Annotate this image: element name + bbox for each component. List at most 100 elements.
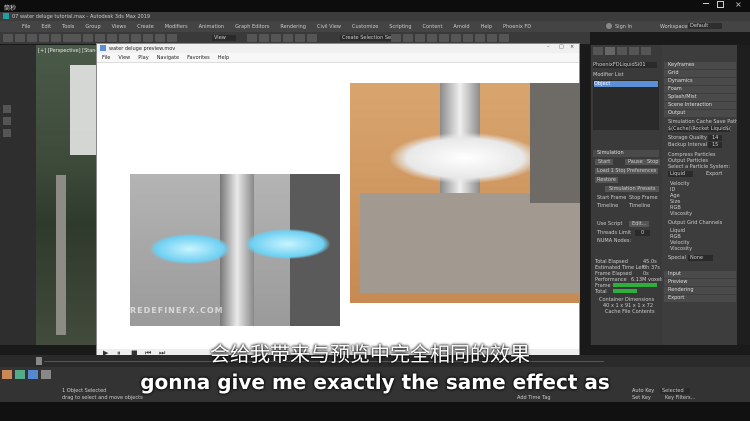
snaps-icon[interactable] bbox=[259, 34, 269, 42]
move-icon[interactable] bbox=[131, 34, 141, 42]
ribbon-icon[interactable] bbox=[427, 34, 437, 42]
stack-item-object[interactable]: Object bbox=[594, 81, 658, 87]
auto-key-button[interactable]: Auto Key bbox=[632, 388, 654, 394]
render-frame-icon[interactable] bbox=[487, 34, 497, 42]
menu-arnold[interactable]: Arnold bbox=[453, 24, 469, 30]
media-player-window[interactable]: water deluge preview.mov – □ × File View… bbox=[96, 43, 580, 365]
named-selection-set-select[interactable]: Create Selection Se bbox=[340, 35, 398, 41]
layer-explorer-icon[interactable] bbox=[3, 117, 11, 125]
use-script-checkbox[interactable]: Use Script bbox=[597, 221, 622, 227]
load-stop-button[interactable]: Load 1 Stop bbox=[595, 168, 629, 174]
player-menu-view[interactable]: View bbox=[118, 55, 130, 61]
menu-views[interactable]: Views bbox=[112, 24, 126, 30]
menu-tools[interactable]: Tools bbox=[62, 24, 74, 30]
edit-named-sel-icon[interactable] bbox=[307, 34, 317, 42]
menu-graph-editors[interactable]: Graph Editors bbox=[235, 24, 269, 30]
maximize-icon[interactable] bbox=[717, 1, 724, 8]
menu-help[interactable]: Help bbox=[481, 24, 492, 30]
rollout-rendering[interactable]: Rendering bbox=[664, 287, 736, 294]
pause-button[interactable]: Pause bbox=[625, 159, 646, 165]
sign-in-button[interactable]: Sign In bbox=[615, 24, 632, 30]
menu-phoenix-fd[interactable]: Phoenix FD bbox=[503, 24, 531, 30]
export-checkbox[interactable]: Export bbox=[706, 171, 722, 177]
place-icon[interactable] bbox=[167, 34, 177, 42]
close-icon[interactable]: × bbox=[735, 0, 742, 9]
source-icon[interactable] bbox=[41, 370, 51, 379]
redo-icon[interactable] bbox=[15, 34, 25, 42]
menu-animation[interactable]: Animation bbox=[199, 24, 225, 30]
edit-script-button[interactable]: Edit... bbox=[629, 221, 650, 227]
object-name-field[interactable]: PhoenixFDLiquidSi01 bbox=[593, 62, 657, 68]
simulation-presets-button[interactable]: Simulation Presets bbox=[605, 186, 660, 192]
menu-file[interactable]: File bbox=[22, 24, 30, 30]
channel-viscosity[interactable]: Viscosity bbox=[670, 211, 692, 217]
menu-create[interactable]: Create bbox=[137, 24, 154, 30]
render-setup-icon[interactable] bbox=[475, 34, 485, 42]
select-icon[interactable] bbox=[83, 34, 93, 42]
storage-quality-field[interactable]: 14 bbox=[708, 135, 723, 141]
undo-icon[interactable] bbox=[3, 34, 13, 42]
menu-group[interactable]: Group bbox=[85, 24, 100, 30]
rollout-keyframes[interactable]: Keyframes bbox=[664, 62, 736, 69]
select-by-name-icon[interactable] bbox=[95, 34, 105, 42]
rollout-splash-mist[interactable]: Splash/Mist bbox=[664, 94, 736, 101]
menu-rendering[interactable]: Rendering bbox=[280, 24, 306, 30]
window-crossing-icon[interactable] bbox=[119, 34, 129, 42]
particle-system-select[interactable]: Liquid bbox=[668, 171, 694, 177]
menu-content[interactable]: Content bbox=[423, 24, 443, 30]
reference-coord-select[interactable]: View bbox=[212, 35, 236, 41]
selected-select[interactable]: Selected bbox=[660, 388, 690, 394]
menu-modifiers[interactable]: Modifiers bbox=[165, 24, 188, 30]
modifier-list-select[interactable]: Modifier List bbox=[593, 72, 624, 78]
spinner-snap-icon[interactable] bbox=[295, 34, 305, 42]
display-tab-icon[interactable] bbox=[641, 47, 651, 55]
rollout-scene-interaction[interactable]: Scene Interaction bbox=[664, 102, 736, 109]
create-tab-icon[interactable] bbox=[593, 47, 603, 55]
player-close-icon[interactable]: × bbox=[570, 44, 574, 50]
schematic-icon[interactable] bbox=[451, 34, 461, 42]
player-menu-play[interactable]: Play bbox=[138, 55, 148, 61]
modify-tab-icon[interactable] bbox=[605, 47, 615, 55]
key-filters-button[interactable]: Key Filters... bbox=[665, 395, 695, 401]
liquid-icon[interactable] bbox=[28, 370, 38, 379]
player-menu-favorites[interactable]: Favorites bbox=[187, 55, 210, 61]
menu-civil-view[interactable]: Civil View bbox=[317, 24, 341, 30]
rollout-grid[interactable]: Grid bbox=[664, 70, 736, 77]
filter-select[interactable] bbox=[63, 34, 81, 42]
percent-snap-icon[interactable] bbox=[283, 34, 293, 42]
pivot-icon[interactable] bbox=[247, 34, 257, 42]
rollout-input[interactable]: Input bbox=[664, 271, 736, 278]
backup-interval-field[interactable]: 15 bbox=[708, 142, 723, 148]
region-select-icon[interactable] bbox=[107, 34, 117, 42]
viewport-perspective[interactable]: [+] [Perspective] [Standard] [Def bbox=[36, 45, 121, 345]
fire-icon[interactable] bbox=[2, 370, 12, 379]
rollout-dynamics[interactable]: Dynamics bbox=[664, 78, 736, 85]
player-minimize-icon[interactable]: – bbox=[547, 44, 550, 50]
hierarchy-tab-icon[interactable] bbox=[617, 47, 627, 55]
menu-customize[interactable]: Customize bbox=[352, 24, 378, 30]
start-button[interactable]: Start bbox=[595, 159, 614, 165]
angle-snap-icon[interactable] bbox=[271, 34, 281, 42]
menu-scripting[interactable]: Scripting bbox=[389, 24, 411, 30]
grid-channel-viscosity[interactable]: Viscosity bbox=[670, 246, 692, 252]
layer-icon[interactable] bbox=[415, 34, 425, 42]
mirror-icon[interactable] bbox=[391, 34, 401, 42]
material-editor-icon[interactable] bbox=[463, 34, 473, 42]
threads-limit-field[interactable]: 0 bbox=[635, 230, 651, 236]
render-icon[interactable] bbox=[499, 34, 509, 42]
scale-icon[interactable] bbox=[155, 34, 165, 42]
rollout-foam[interactable]: Foam bbox=[664, 86, 736, 93]
player-maximize-icon[interactable]: □ bbox=[559, 44, 564, 50]
align-icon[interactable] bbox=[403, 34, 413, 42]
rollout-export[interactable]: Export bbox=[664, 295, 736, 302]
particle-icon[interactable] bbox=[15, 370, 25, 379]
menu-edit[interactable]: Edit bbox=[41, 24, 51, 30]
stop-button[interactable]: Stop bbox=[645, 159, 661, 165]
simulation-rollout[interactable]: Simulation bbox=[593, 150, 659, 157]
restore-button[interactable]: Restore bbox=[595, 177, 618, 183]
curve-editor-icon[interactable] bbox=[439, 34, 449, 42]
stop-timeline-checkbox[interactable]: Timeline bbox=[629, 203, 650, 209]
rollout-output[interactable]: Output bbox=[664, 110, 736, 117]
link-icon[interactable] bbox=[27, 34, 37, 42]
minimize-icon[interactable] bbox=[703, 3, 709, 4]
